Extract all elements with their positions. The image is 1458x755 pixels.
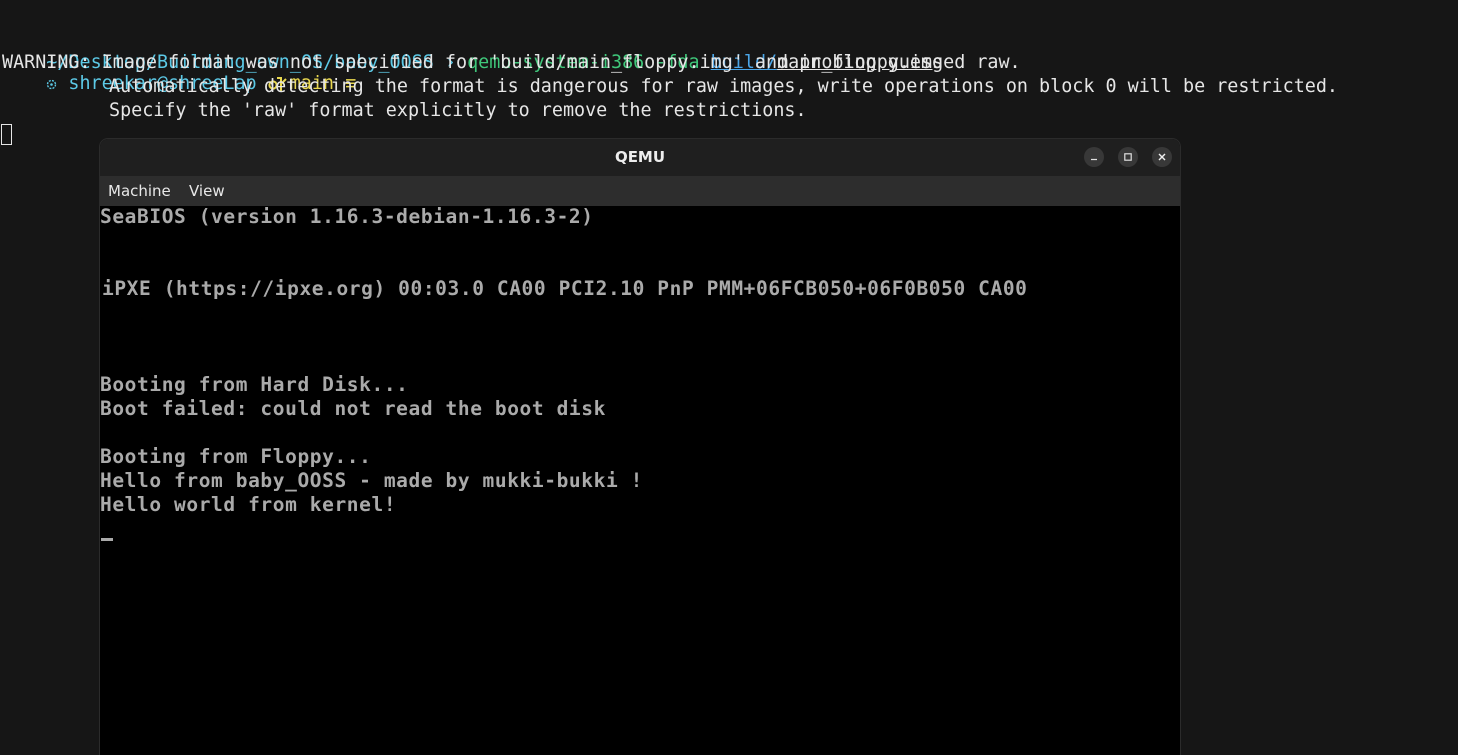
screen-line-hello-bootloader: Hello from baby_OOSS - made by mukki-buk… <box>100 469 643 492</box>
screen-line-booting-hdd: Booting from Hard Disk... <box>100 373 409 396</box>
screen-line-booting-floppy: Booting from Floppy... <box>100 445 372 468</box>
screen-line-boot-failed: Boot failed: could not read the boot dis… <box>100 397 606 420</box>
qemu-vga-screen[interactable]: SeaBIOS (version 1.16.3-debian-1.16.3-2)… <box>100 205 1180 755</box>
menu-machine[interactable]: Machine <box>108 176 171 206</box>
qemu-menubar: Machine View <box>100 176 1180 206</box>
warning-line-2: Automatically detecting the format is da… <box>109 76 1339 97</box>
terminal-cursor <box>1 124 12 145</box>
maximize-icon <box>1124 153 1132 161</box>
qemu-window[interactable]: QEMU Machine View SeaBIOS (version 1.16.… <box>100 139 1180 755</box>
minimize-button[interactable] <box>1084 147 1104 167</box>
command-line: ~/Desktop/Building_own_OS/baby_OOSS › qe… <box>2 27 943 73</box>
screen-line-ipxe: iPXE (https://ipxe.org) 00:03.0 CA00 PCI… <box>102 277 1028 300</box>
qemu-titlebar[interactable]: QEMU <box>100 139 1180 176</box>
minimize-icon <box>1091 158 1097 161</box>
prompt-line: shreekar@shreeLap main ≡ <box>2 3 356 94</box>
screen-line-hello-kernel: Hello world from kernel! <box>100 493 397 516</box>
vga-text-cursor <box>101 538 113 541</box>
warning-line-1: WARNING: Image format was not specified … <box>2 52 1021 73</box>
menu-view[interactable]: View <box>189 176 225 206</box>
maximize-button[interactable] <box>1118 147 1138 167</box>
qemu-window-title: QEMU <box>614 148 666 166</box>
screen-line-seabios: SeaBIOS (version 1.16.3-debian-1.16.3-2) <box>100 205 594 228</box>
close-button[interactable] <box>1152 147 1172 167</box>
close-icon <box>1158 153 1166 161</box>
warning-line-3: Specify the 'raw' format explicitly to r… <box>109 100 807 121</box>
